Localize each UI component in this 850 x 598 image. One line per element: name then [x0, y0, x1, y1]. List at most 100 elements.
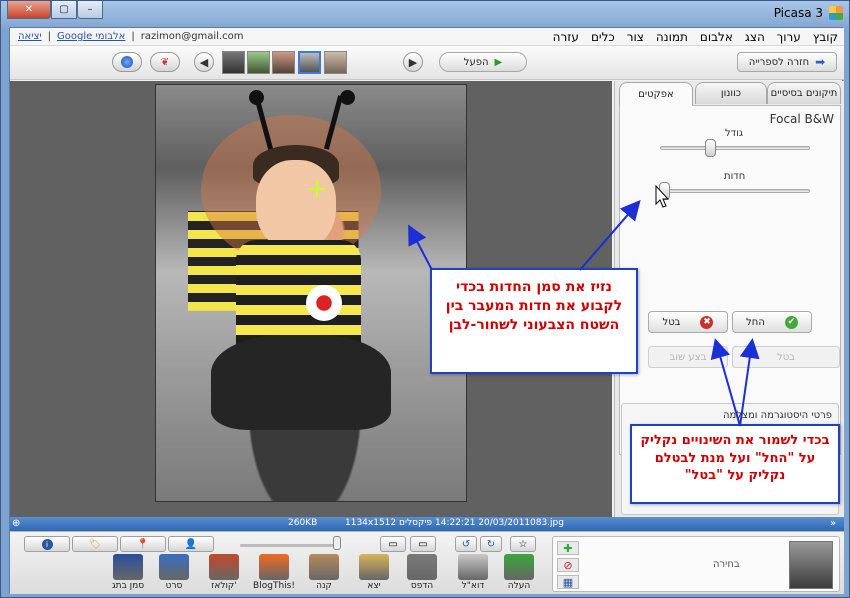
apply-button[interactable]: החל ✔ [732, 311, 812, 333]
hold-button[interactable]: ✚ [557, 541, 579, 555]
size-label: גודל [725, 128, 743, 139]
filmstrip-thumbnail[interactable] [272, 51, 295, 74]
selection-label: בחירה [713, 559, 740, 570]
tool-label: הדפס [410, 581, 434, 591]
size-slider-thumb[interactable] [704, 139, 716, 157]
filmstrip-thumbnail[interactable] [247, 51, 270, 74]
edited-photo[interactable] [155, 84, 467, 502]
menu-picture[interactable]: תמונה [656, 30, 688, 44]
cancel-button[interactable]: בטל ✖ [648, 311, 728, 333]
clear-button[interactable]: ⊘ [557, 558, 579, 572]
tool-label: סמן בתג [111, 581, 145, 591]
map-pin-icon: 📍 [136, 538, 150, 550]
next-photo-button[interactable]: ▶ [403, 52, 423, 72]
picasa-window: ✕ ▢ – Picasa 3 קובץ ערוך הצג אלבום תמונה… [0, 0, 850, 598]
separator: | [131, 31, 135, 42]
image-dimensions: 1134x1512 פיקסלים [345, 518, 432, 528]
callout-drag-hint: נזיז את סמן החדות בכדי לקבוע את חדות המע… [430, 268, 638, 374]
print-tool-button[interactable]: הדפס [401, 554, 443, 591]
menu-view[interactable]: הצג [745, 30, 765, 44]
share-button[interactable]: ❦ [150, 52, 180, 72]
rotate-right-button[interactable]: ↻ [480, 536, 502, 552]
upload-tool-button[interactable]: העלה [498, 554, 540, 591]
menu-file[interactable]: קובץ [813, 30, 838, 44]
rotate-left-icon: ↺ [461, 538, 471, 550]
share-icon: ❦ [160, 56, 170, 68]
fit-icon: ▭ [388, 538, 398, 550]
sharpness-label: חדות [724, 171, 746, 182]
zoom-slider-thumb[interactable] [333, 536, 341, 550]
star-button[interactable]: ☆ [510, 536, 536, 552]
filmstrip-thumbnail[interactable] [324, 51, 347, 74]
export-folder-icon [359, 554, 389, 580]
shop-tool-button[interactable]: קנה [303, 554, 345, 591]
undo-button: בטל [732, 346, 840, 368]
back-to-library-label: חזרה לספרייה [748, 56, 810, 68]
menu-bar: קובץ ערוך הצג אלבום תמונה צור כלים עזרה … [10, 28, 844, 46]
album-icon: ▦ [562, 575, 574, 589]
rotate-left-button[interactable]: ↺ [455, 536, 477, 552]
close-button[interactable]: ✕ [7, 1, 51, 19]
image-datetime: 14:22:21 20/03/2011 [435, 518, 531, 528]
menu-album[interactable]: אלבום [700, 30, 733, 44]
person-icon: 👤 [184, 538, 198, 550]
tab-basic-fixes[interactable]: תיקונים בסיסיים [767, 82, 841, 104]
movie-tool-button[interactable]: סרט [153, 554, 195, 591]
menu-help[interactable]: עזרה [553, 30, 579, 44]
actual-size-button[interactable]: ▭ [410, 536, 436, 552]
tab-tuning[interactable]: כוונון [695, 82, 767, 104]
size-slider-track[interactable] [660, 146, 810, 150]
tab-effects[interactable]: אפקטים [619, 82, 693, 106]
redo-label: בצע שוב [669, 351, 707, 363]
google-albums-link[interactable]: Google אלבומי [57, 31, 125, 42]
picasa-logo-icon [829, 6, 843, 20]
filmstrip-thumbnail[interactable] [222, 51, 245, 74]
account-links: יציאה | Google אלבומי | razimon@gmail.co… [18, 31, 244, 42]
menu-tools[interactable]: כלים [591, 30, 615, 44]
tool-label: סרט [165, 581, 183, 591]
maximize-button[interactable]: ▢ [51, 1, 77, 19]
focal-point-marker[interactable] [308, 180, 326, 198]
minimize-button[interactable]: – [77, 1, 103, 19]
tray-thumbnail[interactable] [789, 541, 833, 589]
email-icon [458, 554, 488, 580]
arrow-right-icon: ➡ [815, 55, 826, 69]
slideshow-play-button[interactable]: הפעל ▶ [439, 52, 527, 72]
info-button[interactable]: i [24, 536, 70, 552]
x-icon: ✖ [700, 315, 714, 329]
sharpness-slider-track[interactable] [660, 189, 810, 193]
add-icon[interactable]: ⊕ [12, 518, 20, 529]
places-button[interactable]: 📍 [120, 536, 166, 552]
export-folder-tool-button[interactable]: יצא [353, 554, 395, 591]
collage-icon [209, 554, 239, 580]
sharpness-slider-thumb[interactable] [659, 182, 670, 200]
movie-icon [159, 554, 189, 580]
fit-view-button[interactable]: ▭ [380, 536, 406, 552]
filmstrip-thumbnail-selected[interactable] [298, 51, 321, 74]
back-to-library-button[interactable]: חזרה לספרייה ➡ [737, 52, 837, 72]
add-to-album-button[interactable]: ▦ [557, 575, 579, 589]
menu-create[interactable]: צור [627, 30, 644, 44]
apply-label: החל [746, 316, 765, 328]
menu-edit[interactable]: ערוך [777, 30, 801, 44]
collage-tool-button[interactable]: קולאז' [203, 554, 245, 591]
photo-detail [211, 335, 391, 430]
geotag-tool-button[interactable]: סמן בתג [107, 554, 149, 591]
tag-button[interactable]: 🏷 [72, 536, 118, 552]
email-tool-button[interactable]: דוא"ל [452, 554, 494, 591]
people-button[interactable]: 👤 [168, 536, 214, 552]
blogger-tool-button[interactable]: BlogThis! [253, 554, 295, 591]
tool-label: יצא [367, 581, 381, 591]
previous-photo-button[interactable]: ◀ [194, 52, 214, 72]
expand-icon[interactable]: » [830, 518, 836, 529]
tool-label: העלה [507, 581, 531, 591]
account-email: razimon@gmail.com [140, 31, 244, 42]
sign-out-link[interactable]: יציאה [18, 31, 42, 42]
histogram-title[interactable]: פרטי היסטוגרמה ומצלמה [723, 410, 832, 421]
check-icon: ✔ [784, 315, 798, 329]
globe-button[interactable] [112, 52, 142, 72]
actual-size-icon: ▭ [418, 538, 428, 550]
redo-button: בצע שוב [648, 346, 728, 368]
bottom-toolbar: i 🏷 📍 👤 ▭ ▭ ↺ ↻ ☆ ✚ ⊘ ▦ בחירה העלה דוא"ל… [10, 531, 844, 594]
zoom-slider[interactable] [240, 544, 338, 547]
